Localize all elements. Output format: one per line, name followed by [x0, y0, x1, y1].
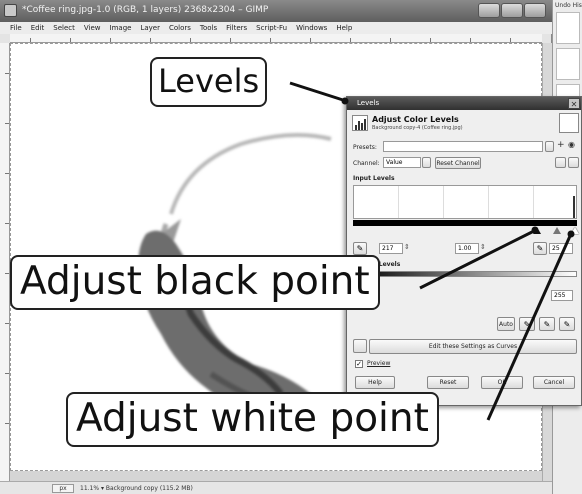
white-point-leader-line	[486, 235, 572, 421]
white-point-leader-dot	[567, 230, 575, 238]
black-point-leader-line	[419, 229, 535, 290]
levels-leader-line	[289, 81, 344, 102]
levels-leader-dot	[341, 97, 349, 105]
callout-levels: Levels	[150, 57, 268, 107]
black-point-leader-dot	[531, 226, 539, 234]
callout-black-point: Adjust black point	[10, 255, 380, 310]
callout-white-point: Adjust white point	[66, 392, 439, 447]
